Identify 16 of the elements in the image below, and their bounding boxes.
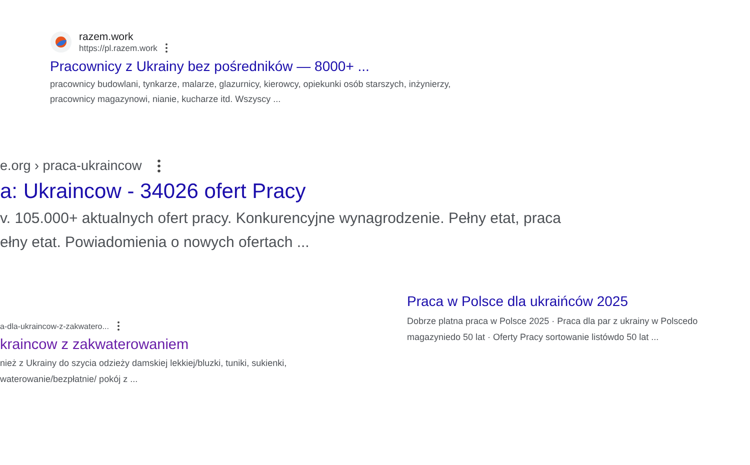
result-title-link[interactable]: Pracownicy z Ukrainy bez pośredników — 8000+ ... <box>50 58 451 74</box>
site-logo-icon <box>50 31 72 53</box>
more-options-icon[interactable] <box>165 43 168 53</box>
result-title-link[interactable]: Praca w Polsce dla ukraińców 2025 <box>407 293 698 309</box>
result-snippet: pracownicy budowlani, tynkarze, malarze, glazurnicy, kierowcy, opiekunki osób starszych, inżynierzy, pracownicy magazynowi, nianie, kucharze itd. Wszyscy ... <box>50 78 451 106</box>
site-name: razem.work <box>79 31 134 43</box>
result-snippet: Dobrze platna praca w Polsce 2025 · Praca dla par z ukrainy w Polscedo magazyniedo 50 lat · Oferty Pracy sortowanie listówdo 50 lat ... <box>407 315 698 344</box>
result-title-link[interactable]: kraincow z zakwaterowaniem <box>0 337 287 353</box>
more-options-icon[interactable] <box>156 158 161 172</box>
more-options-icon[interactable] <box>116 321 120 331</box>
result-snippet: nież z Ukrainy do szycia odzieży damskiej lekkiej/bluzki, tuniki, sukienki, waterowanie/bezpłatnie/ pokój z ... <box>0 357 287 386</box>
result-url[interactable]: https://pl.razem.work <box>79 43 158 53</box>
result-snippet: v. 105.000+ aktualnych ofert pracy. Konkurencyjne wynagrodzenie. Pełny etat, praca ełny etat. Powiadomienia o nowych ofertach ... <box>0 209 562 253</box>
result-url[interactable]: a-dla-ukraincow-z-zakwatero... <box>0 322 109 330</box>
result-title-link[interactable]: a: Ukraincow - 34026 ofert Pracy <box>0 180 562 204</box>
result-url[interactable]: e.org › praca-ukraincow <box>0 158 142 173</box>
